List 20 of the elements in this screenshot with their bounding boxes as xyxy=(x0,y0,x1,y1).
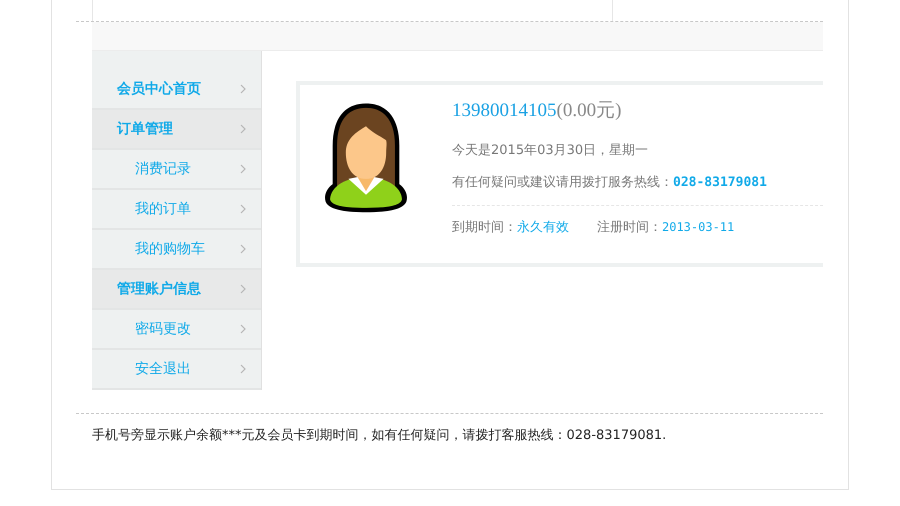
phone-number: 13980014105 xyxy=(452,100,556,121)
chevron-right-icon xyxy=(240,324,246,334)
footer-note: 手机号旁显示账户余额***元及会员卡到期时间，如有任何疑问，请拨打客服热线：028-83179081. xyxy=(91,427,668,444)
expiry-label: 到期时间： xyxy=(452,220,517,235)
registered-date: 2013-03-11 xyxy=(662,220,734,234)
chevron-right-icon xyxy=(240,364,246,374)
registered-label: 注册时间： xyxy=(597,220,662,235)
chevron-right-icon xyxy=(240,164,246,174)
hotline-label: 有任何疑问或建议请用拨打服务热线： xyxy=(452,175,673,190)
chevron-right-icon xyxy=(240,124,246,134)
chevron-right-icon xyxy=(240,244,246,254)
hotline-number: 028-83179081 xyxy=(673,175,767,190)
chevron-right-icon xyxy=(240,204,246,214)
chevron-right-icon xyxy=(240,284,246,294)
sidebar-item[interactable]: 管理账户信息 xyxy=(92,270,261,310)
chevron-right-icon xyxy=(240,84,246,94)
account-balance: (0.00元) xyxy=(556,100,622,121)
sidebar-item[interactable]: 订单管理 xyxy=(92,110,261,150)
expiry-value: 永久有效 xyxy=(517,220,569,235)
date-text: 今天是2015年03月30日，星期一 xyxy=(452,142,650,159)
